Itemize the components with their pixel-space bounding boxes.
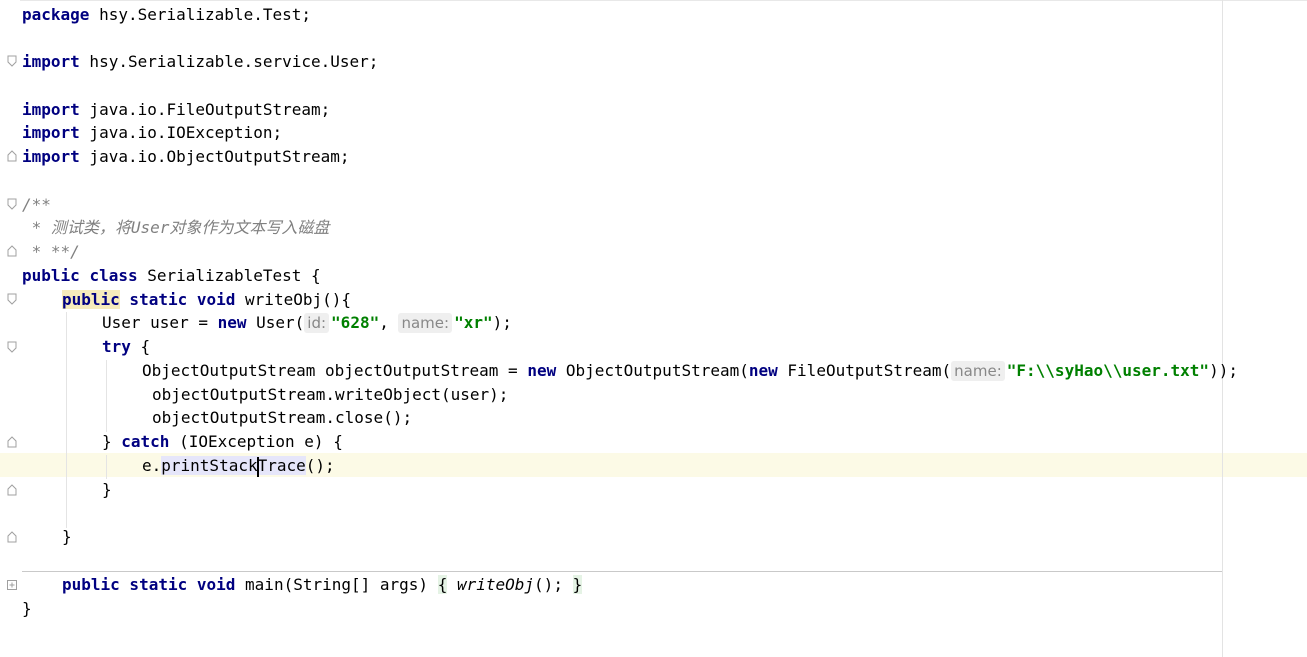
keyword: try xyxy=(102,337,131,356)
code-text: User user = xyxy=(102,313,218,332)
code-line[interactable]: objectOutputStream.close(); xyxy=(152,406,412,430)
method-call-part: printStack xyxy=(161,456,258,475)
fold-marker-icon[interactable] xyxy=(6,198,18,210)
fold-marker-icon[interactable] xyxy=(6,484,18,496)
method-signature: writeObj(){ xyxy=(235,290,351,309)
fold-marker-icon[interactable] xyxy=(6,341,18,353)
string-literal: "628" xyxy=(331,313,380,332)
comment-line[interactable]: /** xyxy=(22,193,51,217)
code-line[interactable]: import hsy.Serializable.service.User; xyxy=(22,50,378,74)
keyword: static xyxy=(119,575,188,594)
code-text: ObjectOutputStream( xyxy=(556,361,749,380)
code-line[interactable]: } catch (IOException e) { xyxy=(102,430,343,454)
comment-line[interactable]: * **/ xyxy=(22,240,80,264)
import-path: java.io.FileOutputStream; xyxy=(79,100,331,119)
code-line[interactable]: } xyxy=(22,597,32,621)
code-line[interactable]: public static void writeObj(){ xyxy=(62,288,351,312)
editor-gutter[interactable] xyxy=(0,0,20,657)
expand-fold-icon[interactable] xyxy=(6,579,18,591)
keyword: class xyxy=(89,266,138,285)
code-text: , xyxy=(379,313,399,332)
keyword: package xyxy=(22,5,90,24)
code-editor[interactable]: package hsy.Serializable.Test; import hs… xyxy=(0,0,1307,657)
code-line[interactable]: } xyxy=(102,478,112,502)
keyword: static xyxy=(119,290,188,309)
folded-brace[interactable]: } xyxy=(572,575,583,594)
keyword: new xyxy=(527,361,557,380)
code-text: objectOutputStream.writeObject(user); xyxy=(152,385,509,404)
class-name: SerializableTest { xyxy=(137,266,321,285)
keyword: import xyxy=(22,52,80,71)
comment-text: /** xyxy=(22,195,51,214)
fold-marker-icon[interactable] xyxy=(6,245,18,257)
fold-marker-icon[interactable] xyxy=(6,531,18,543)
code-text: (IOException e) { xyxy=(169,432,343,451)
code-text: FileOutputStream( xyxy=(777,361,952,380)
package-name: hsy.Serializable.Test; xyxy=(89,5,311,24)
fold-marker-icon[interactable] xyxy=(6,436,18,448)
code-line[interactable]: import java.io.ObjectOutputStream; xyxy=(22,145,350,169)
keyword: new xyxy=(748,361,778,380)
keyword: import xyxy=(22,123,80,142)
keyword: public xyxy=(62,290,120,309)
code-line[interactable]: import java.io.FileOutputStream; xyxy=(22,98,330,122)
indent-guide xyxy=(106,360,107,432)
indent-guide xyxy=(106,455,107,479)
code-text: objectOutputStream.close(); xyxy=(152,408,413,427)
code-line[interactable]: public static void main(String[] args) {… xyxy=(62,573,583,597)
code-text: } xyxy=(102,432,122,451)
code-text: )); xyxy=(1209,361,1238,380)
code-line[interactable]: import java.io.IOException; xyxy=(22,121,282,145)
comment-text: * **/ xyxy=(22,242,80,261)
right-margin-guide xyxy=(1222,0,1223,657)
method-signature: main(String[] args) xyxy=(235,575,438,594)
keyword: new xyxy=(217,313,247,332)
keyword: void xyxy=(187,290,236,309)
code-line[interactable]: objectOutputStream.writeObject(user); xyxy=(152,383,508,407)
param-hint: name: xyxy=(951,361,1005,381)
code-text: { xyxy=(130,337,151,356)
fold-marker-icon[interactable] xyxy=(6,293,18,305)
keyword: public xyxy=(22,266,80,285)
brace: } xyxy=(62,527,72,546)
method-call: writeObj xyxy=(456,575,535,594)
import-path: hsy.Serializable.service.User; xyxy=(79,52,379,71)
code-line[interactable]: User user = new User(id: "628", name: "xr"… xyxy=(102,311,512,335)
code-line[interactable]: ObjectOutputStream objectOutputStream = … xyxy=(142,359,1238,383)
comment-text: * 测试类，将User对象作为文本写入磁盘 xyxy=(22,218,330,237)
indent-guide xyxy=(66,312,67,528)
code-line[interactable]: public class SerializableTest { xyxy=(22,264,321,288)
fold-marker-icon[interactable] xyxy=(6,150,18,162)
code-text: e. xyxy=(142,456,162,475)
method-separator xyxy=(22,571,1222,572)
import-path: java.io.IOException; xyxy=(79,123,283,142)
string-literal: "F:\\syHao\\user.txt" xyxy=(1006,361,1210,380)
brace: } xyxy=(102,480,112,499)
code-text: (); xyxy=(305,456,335,475)
param-hint: name: xyxy=(398,313,453,333)
brace: } xyxy=(22,599,32,618)
code-text: ObjectOutputStream objectOutputStream = xyxy=(142,361,528,380)
code-text: (); xyxy=(534,575,573,594)
keyword: void xyxy=(187,575,236,594)
keyword: catch xyxy=(121,432,170,451)
code-text: ); xyxy=(492,313,512,332)
param-hint: id: xyxy=(304,313,330,333)
editor-top-border xyxy=(0,0,1307,1)
string-literal: "xr" xyxy=(454,313,493,332)
code-text: User( xyxy=(246,313,305,332)
code-line[interactable]: package hsy.Serializable.Test; xyxy=(22,3,311,27)
keyword: public xyxy=(62,575,120,594)
code-line-current[interactable]: e.printStackTrace(); xyxy=(142,454,335,478)
comment-line[interactable]: * 测试类，将User对象作为文本写入磁盘 xyxy=(22,216,330,240)
code-line[interactable]: } xyxy=(62,525,72,549)
folded-brace[interactable]: { xyxy=(437,575,448,594)
keyword: import xyxy=(22,100,80,119)
import-path: java.io.ObjectOutputStream; xyxy=(79,147,350,166)
fold-marker-icon[interactable] xyxy=(6,55,18,67)
code-line[interactable]: try { xyxy=(102,335,150,359)
method-call-part: Trace xyxy=(257,456,306,475)
keyword: import xyxy=(22,147,80,166)
method-call: printStackTrace xyxy=(161,456,306,477)
